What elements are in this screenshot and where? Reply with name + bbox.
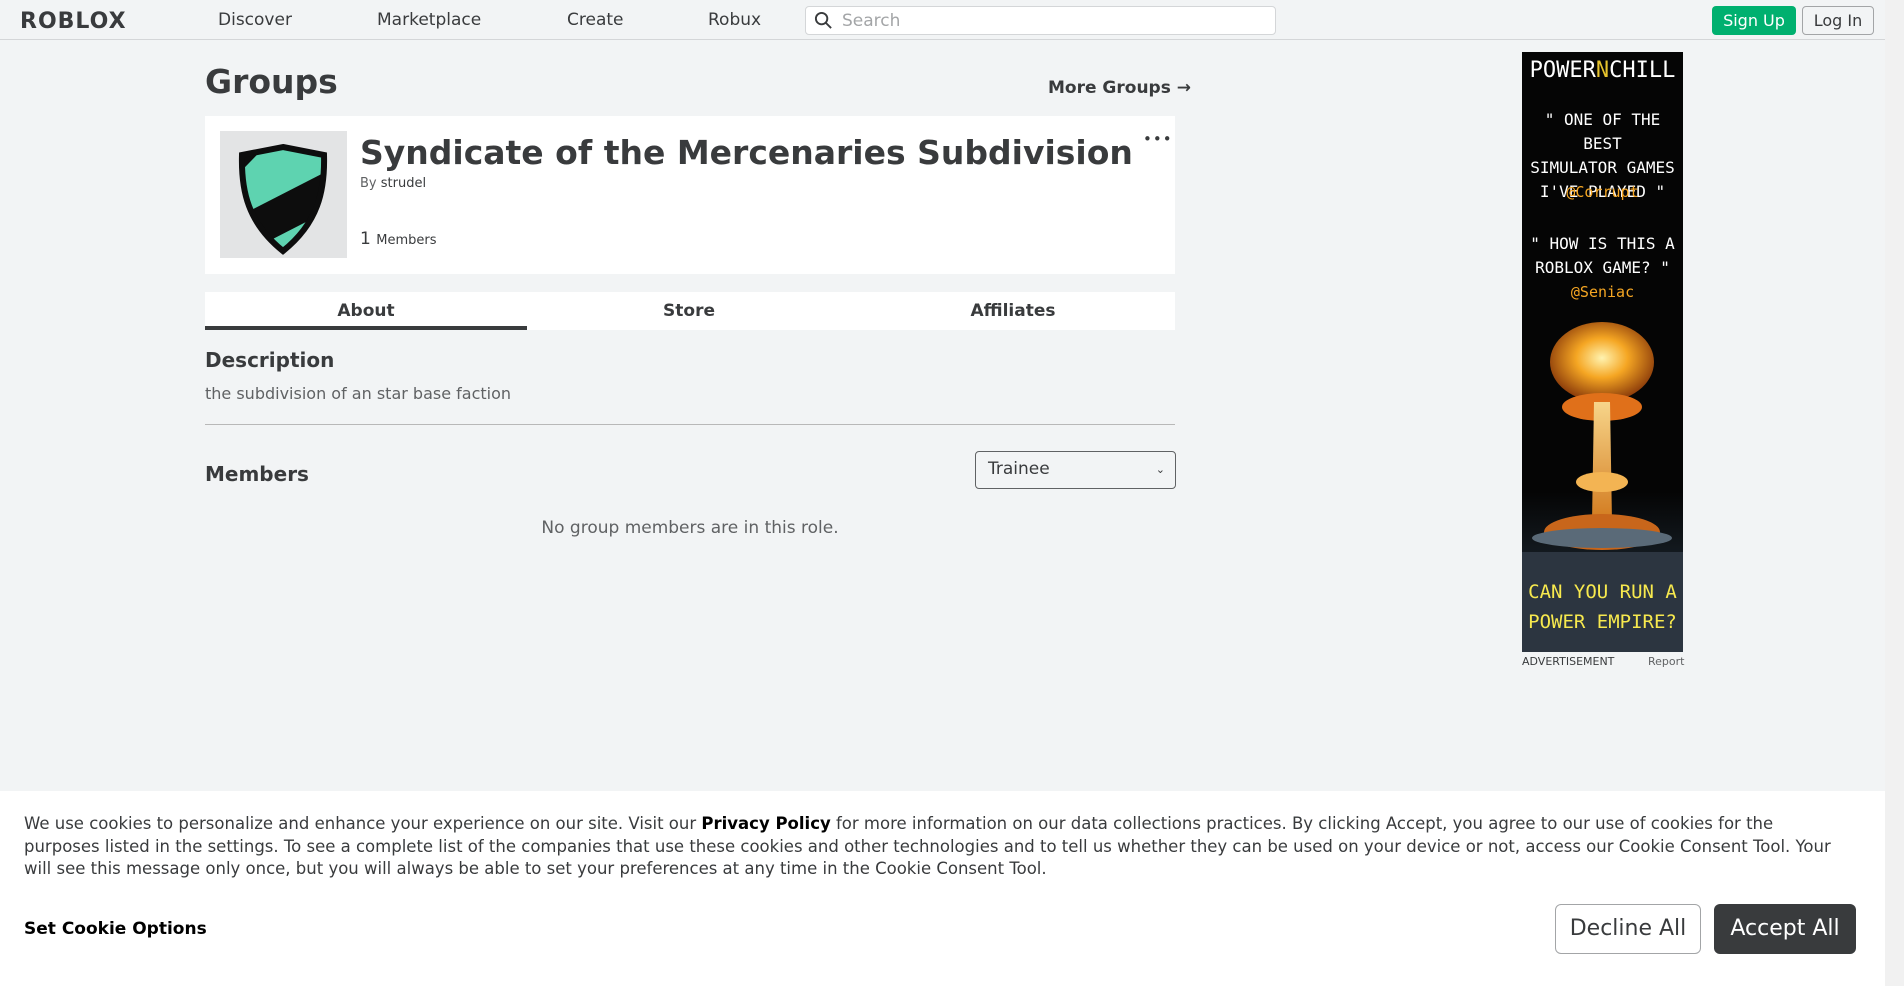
group-header-card: Syndicate of the Mercenaries Subdivision… (205, 116, 1175, 274)
mushroom-cloud-image (1522, 322, 1683, 652)
role-selected-value: Trainee (988, 459, 1050, 479)
tab-about[interactable]: About (205, 292, 527, 330)
cookie-message: We use cookies to personalize and enhanc… (24, 813, 1844, 881)
ad-label: ADVERTISEMENT (1522, 655, 1615, 668)
page-title: Groups (205, 62, 338, 101)
ad-banner[interactable]: POWERNCHILL " ONE OF THE BEST SIMULATOR … (1522, 52, 1683, 652)
description-text: the subdivision of an star base faction (205, 384, 512, 403)
accept-all-button[interactable]: Accept All (1714, 904, 1856, 954)
nav-discover[interactable]: Discover (218, 10, 292, 30)
privacy-policy-link[interactable]: Privacy Policy (701, 814, 830, 833)
tab-store[interactable]: Store (528, 292, 850, 330)
nav-robux[interactable]: Robux (708, 10, 761, 30)
description-title: Description (205, 348, 335, 372)
more-groups-link[interactable]: More Groups → (1048, 78, 1191, 98)
members-title: Members (205, 462, 309, 486)
section-divider (205, 424, 1175, 425)
search-input[interactable] (840, 9, 1264, 33)
group-owner-line: By strudel (360, 176, 426, 191)
shield-icon (238, 143, 328, 255)
top-nav: ROBLOX Discover Marketplace Create Robux… (0, 0, 1885, 40)
ad-cta: CAN YOU RUN A POWER EMPIRE? (1528, 581, 1677, 633)
search-box[interactable] (805, 6, 1276, 35)
set-cookie-options-link[interactable]: Set Cookie Options (24, 919, 207, 939)
cookie-banner: We use cookies to personalize and enhanc… (0, 791, 1885, 986)
search-icon (814, 11, 832, 29)
chevron-down-icon: ⌄ (1155, 463, 1165, 476)
ad-report-link[interactable]: Report (1648, 655, 1684, 668)
role-dropdown[interactable]: Trainee ⌄ (975, 451, 1176, 489)
decline-all-button[interactable]: Decline All (1555, 904, 1701, 954)
nav-marketplace[interactable]: Marketplace (377, 10, 481, 30)
empty-members-message: No group members are in this role. (541, 518, 839, 538)
member-count: 1 Members (360, 229, 436, 249)
member-count-value: 1 (360, 229, 371, 249)
owner-link[interactable]: strudel (381, 176, 426, 191)
more-options-icon[interactable]: ••• (1143, 130, 1173, 148)
cookie-text-before: We use cookies to personalize and enhanc… (24, 814, 702, 833)
nav-create[interactable]: Create (567, 10, 624, 30)
group-name: Syndicate of the Mercenaries Subdivision (360, 133, 1133, 172)
signup-button[interactable]: Sign Up (1712, 6, 1796, 35)
by-prefix: By (360, 176, 377, 191)
tab-affiliates[interactable]: Affiliates (852, 292, 1174, 330)
member-count-label: Members (376, 233, 437, 248)
roblox-logo[interactable]: ROBLOX (20, 9, 127, 34)
page-scrollbar[interactable] (1885, 0, 1904, 986)
login-button[interactable]: Log In (1802, 6, 1874, 35)
group-tabs: About Store Affiliates (205, 292, 1175, 330)
group-emblem (220, 131, 347, 258)
